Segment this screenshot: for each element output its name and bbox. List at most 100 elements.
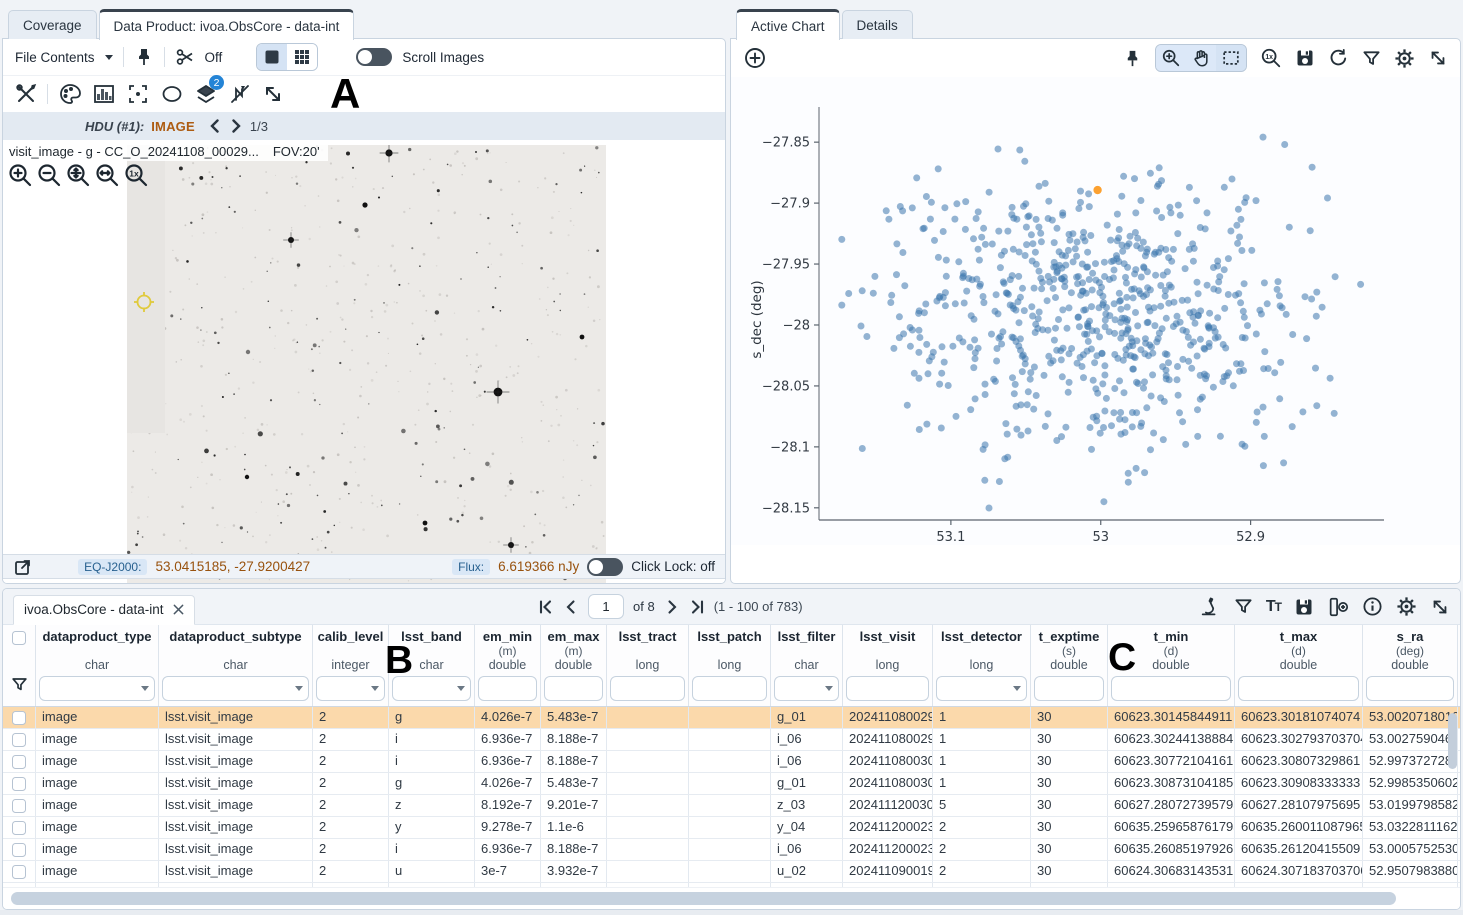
- zoom-fit-icon[interactable]: [65, 162, 92, 189]
- star-field-image[interactable]: [127, 145, 606, 583]
- chevron-down-icon[interactable]: [457, 686, 465, 691]
- compass-north-off-icon[interactable]: [228, 82, 252, 106]
- chevron-down-icon[interactable]: [295, 686, 303, 691]
- fits-image-display[interactable]: visit_image - g - CC_O_20241108_00029...…: [3, 140, 725, 583]
- scissors-icon[interactable]: [175, 47, 195, 67]
- next-page-icon[interactable]: [664, 599, 680, 615]
- grid-view-button[interactable]: [287, 44, 317, 70]
- settings-gear-icon[interactable]: [1394, 48, 1415, 69]
- prev-page-icon[interactable]: [563, 599, 579, 615]
- hdu-next-icon[interactable]: [229, 118, 243, 134]
- column-filter-input[interactable]: [1111, 676, 1231, 701]
- text-view-icon[interactable]: TT: [1266, 598, 1281, 616]
- column-header-em_max[interactable]: em_max(m)double: [541, 625, 607, 706]
- zoom-original-icon[interactable]: 1x: [1260, 47, 1282, 69]
- zoom-1x-icon[interactable]: 1x: [123, 162, 150, 189]
- column-header-calib_level[interactable]: calib_levelinteger: [313, 625, 389, 706]
- column-header-dataproduct_subtype[interactable]: dataproduct_subtypechar: [159, 625, 313, 706]
- filter-icon[interactable]: [1362, 49, 1381, 68]
- select-all-checkbox[interactable]: [12, 631, 26, 645]
- column-header-dataproduct_type[interactable]: dataproduct_typechar: [36, 625, 159, 706]
- column-header-s_ra[interactable]: s_ra(deg)double: [1363, 625, 1458, 706]
- color-palette-icon[interactable]: [58, 82, 82, 106]
- save-icon[interactable]: [1295, 48, 1315, 68]
- row-checkbox[interactable]: [12, 865, 26, 879]
- row-checkbox[interactable]: [12, 733, 26, 747]
- column-filter-input[interactable]: [1034, 676, 1104, 701]
- column-filter-input[interactable]: [846, 676, 929, 701]
- tab-active-chart[interactable]: Active Chart: [736, 9, 840, 40]
- column-filter-input[interactable]: [478, 676, 537, 701]
- filter-icon[interactable]: [1234, 597, 1253, 616]
- column-header-lsst_tract[interactable]: lsst_tractlong: [607, 625, 689, 706]
- info-icon[interactable]: [1362, 596, 1383, 617]
- table-row[interactable]: imagelsst.visit_image2z8.192e-79.201e-7z…: [3, 795, 1460, 817]
- zoom-in-icon[interactable]: [7, 162, 34, 189]
- column-filter-input[interactable]: [692, 676, 767, 701]
- last-page-icon[interactable]: [689, 599, 705, 615]
- row-checkbox[interactable]: [12, 777, 26, 791]
- column-header-lsst_detector[interactable]: lsst_detectorlong: [933, 625, 1031, 706]
- expand-icon[interactable]: [262, 83, 284, 105]
- row-checkbox[interactable]: [12, 821, 26, 835]
- tab-details[interactable]: Details: [842, 10, 913, 39]
- tab-data-product[interactable]: Data Product: ivoa.ObsCore - data-int: [99, 9, 355, 40]
- row-checkbox[interactable]: [12, 799, 26, 813]
- column-filter-input[interactable]: [610, 676, 685, 701]
- row-checkbox[interactable]: [12, 843, 26, 857]
- single-view-button[interactable]: [257, 44, 287, 70]
- chevron-down-icon[interactable]: [1013, 686, 1021, 691]
- column-filter-input[interactable]: [162, 676, 309, 701]
- column-header-checkbox[interactable]: [3, 625, 36, 706]
- zoom-select-icon[interactable]: [1156, 45, 1186, 71]
- table-row[interactable]: imagelsst.visit_image2i6.936e-78.188e-7i…: [3, 751, 1460, 773]
- hdu-prev-icon[interactable]: [208, 118, 222, 134]
- column-header-t_max[interactable]: t_max(d)double: [1235, 625, 1363, 706]
- click-lock-toggle[interactable]: [587, 558, 623, 576]
- table-row[interactable]: imagelsst.visit_image2i6.936e-78.188e-7i…: [3, 839, 1460, 861]
- select-region-icon[interactable]: [160, 82, 184, 106]
- add-column-icon[interactable]: [1327, 596, 1349, 618]
- column-filter-input[interactable]: [39, 676, 155, 701]
- scrollbar-thumb[interactable]: [11, 892, 1396, 905]
- flux-chip[interactable]: Flux:: [452, 559, 490, 575]
- table-tab[interactable]: ivoa.ObsCore - data-int: [13, 595, 195, 625]
- column-header-lsst_visit[interactable]: lsst_visitlong: [843, 625, 933, 706]
- expand-icon[interactable]: [1428, 48, 1448, 68]
- coord-system-chip[interactable]: EQ-J2000:: [78, 559, 147, 575]
- table-row[interactable]: imagelsst.visit_image2u3e-73.932e-7u_022…: [3, 861, 1460, 883]
- chevron-down-icon[interactable]: [825, 686, 833, 691]
- vertical-scrollbar-thumb[interactable]: [1448, 713, 1457, 769]
- highlighted-point[interactable]: [1093, 186, 1101, 194]
- stretch-histogram-icon[interactable]: [92, 82, 116, 106]
- chevron-down-icon[interactable]: [141, 686, 149, 691]
- save-icon[interactable]: [1294, 597, 1314, 617]
- pushpin-icon[interactable]: [134, 47, 154, 67]
- tab-coverage[interactable]: Coverage: [8, 10, 97, 39]
- column-filter-input[interactable]: [544, 676, 603, 701]
- file-contents-dropdown[interactable]: File Contents: [15, 50, 95, 65]
- table-search-icon[interactable]: [1199, 596, 1221, 618]
- column-header-lsst_filter[interactable]: lsst_filterchar: [771, 625, 843, 706]
- table-row[interactable]: imagelsst.visit_image2i6.936e-78.188e-7i…: [3, 729, 1460, 751]
- column-filter-input[interactable]: [1366, 676, 1454, 701]
- chevron-down-icon[interactable]: [105, 55, 113, 60]
- restore-chart-icon[interactable]: [1328, 48, 1349, 69]
- first-page-icon[interactable]: [538, 599, 554, 615]
- pushpin-icon[interactable]: [1123, 49, 1142, 68]
- zoom-fill-icon[interactable]: [94, 162, 121, 189]
- chevron-down-icon[interactable]: [371, 686, 379, 691]
- table-row[interactable]: imagelsst.visit_image2y9.278e-71.1e-6y_0…: [3, 817, 1460, 839]
- add-chart-icon[interactable]: [743, 46, 767, 70]
- table-row[interactable]: imagelsst.visit_image2g4.026e-75.483e-7g…: [3, 773, 1460, 795]
- zoom-out-icon[interactable]: [36, 162, 63, 189]
- expand-viewer-icon[interactable]: [13, 557, 33, 577]
- close-icon[interactable]: [173, 604, 184, 615]
- pan-hand-icon[interactable]: [1186, 45, 1216, 71]
- scroll-images-toggle[interactable]: [356, 48, 392, 66]
- settings-gear-icon[interactable]: [1396, 596, 1417, 617]
- column-filter-input[interactable]: [1238, 676, 1359, 701]
- column-header-lsst_patch[interactable]: lsst_patchlong: [689, 625, 771, 706]
- table-row[interactable]: imagelsst.visit_image2g4.026e-75.483e-7g…: [3, 707, 1460, 729]
- recenter-icon[interactable]: [126, 82, 150, 106]
